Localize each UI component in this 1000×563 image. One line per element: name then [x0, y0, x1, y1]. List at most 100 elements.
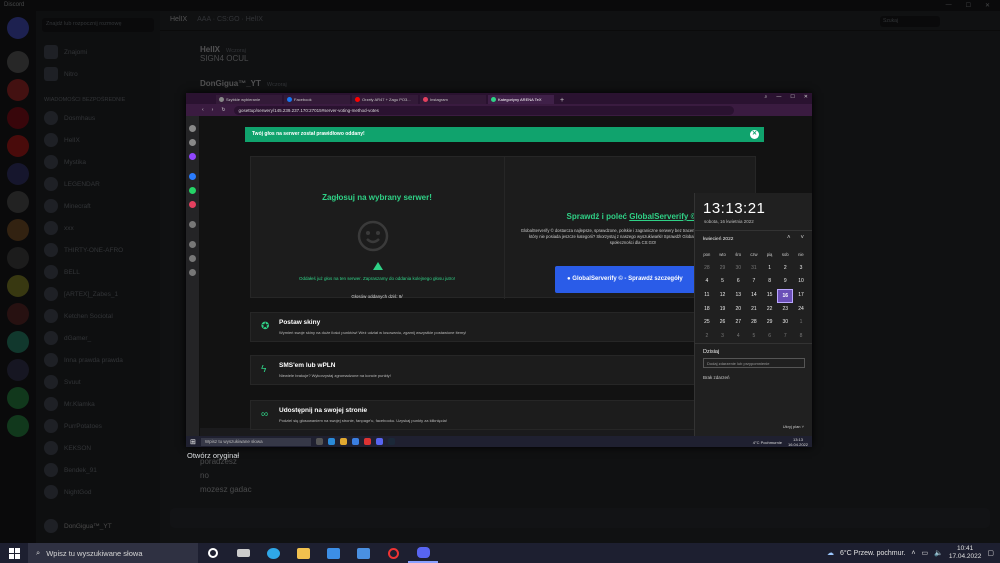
- dm-item[interactable]: Inna prawda prawda: [44, 353, 123, 367]
- opera-icon[interactable]: [378, 543, 408, 563]
- calendar-day[interactable]: 8: [793, 330, 809, 344]
- close-icon[interactable]: ✕: [750, 130, 759, 139]
- sidebar-icon[interactable]: [189, 125, 196, 132]
- close-icon[interactable]: ✕: [804, 94, 808, 100]
- calendar-day[interactable]: 12: [715, 289, 731, 303]
- dm-item[interactable]: HelIX: [44, 133, 80, 147]
- show-hidden-icons-icon[interactable]: ˄: [911, 550, 915, 557]
- notifications-icon[interactable]: ▢: [987, 549, 994, 557]
- server-icon[interactable]: [7, 247, 29, 269]
- volume-icon[interactable]: 🔈: [934, 549, 943, 557]
- add-server-button[interactable]: [7, 387, 29, 409]
- calendar-day[interactable]: 18: [699, 303, 715, 317]
- maximize-icon[interactable]: ☐: [790, 94, 794, 100]
- store-icon[interactable]: [351, 438, 359, 445]
- taskbar-search[interactable]: Wpisz tu wyszukiwane słowa: [200, 437, 311, 446]
- dm-item[interactable]: NightGod: [44, 485, 91, 499]
- opera-icon[interactable]: [363, 438, 371, 445]
- task-view-icon[interactable]: [315, 438, 323, 445]
- calendar-day[interactable]: 28: [699, 262, 715, 276]
- clock-date[interactable]: sobota, 16 kwietnia 2022: [704, 219, 754, 224]
- store-icon[interactable]: [318, 543, 348, 563]
- chat-search-input[interactable]: Szukaj: [880, 16, 940, 27]
- calendar-day[interactable]: 7: [746, 275, 762, 289]
- browser-tab[interactable]: Facebook: [284, 95, 350, 104]
- file-explorer-icon[interactable]: [339, 438, 347, 445]
- server-icon[interactable]: [7, 219, 29, 241]
- inner-clock[interactable]: 13:13 16.04.2022: [788, 437, 808, 447]
- feature-card[interactable]: ∞ Udostępnij na swojej stronie Podziel s…: [250, 400, 756, 430]
- server-icon[interactable]: [7, 359, 29, 381]
- calendar-day[interactable]: 6: [730, 275, 746, 289]
- dm-item[interactable]: Dosmhaus: [44, 111, 95, 125]
- dm-item[interactable]: LEGENDAR: [44, 177, 100, 191]
- calendar-day[interactable]: 30: [777, 316, 793, 330]
- dm-item[interactable]: dGamer_: [44, 331, 91, 345]
- file-explorer-icon[interactable]: [288, 543, 318, 563]
- calendar-month[interactable]: kwiecień 2022: [703, 237, 733, 242]
- calendar-day[interactable]: 28: [746, 316, 762, 330]
- minimize-icon[interactable]: —: [776, 94, 781, 100]
- explore-servers-button[interactable]: [7, 415, 29, 437]
- calendar-day[interactable]: 1: [762, 262, 778, 276]
- calendar-day[interactable]: 6: [762, 330, 778, 344]
- calendar-day[interactable]: 23: [777, 303, 793, 317]
- calendar-day[interactable]: 16: [777, 289, 794, 303]
- server-icon[interactable]: [7, 51, 29, 73]
- url-input[interactable]: gosettup/serwery/145.239.237.170:27015#s…: [233, 105, 734, 115]
- calendar-day[interactable]: 17: [793, 289, 809, 303]
- calendar-day[interactable]: 2: [699, 330, 715, 344]
- dm-item[interactable]: Minecraft: [44, 199, 91, 213]
- calendar-day[interactable]: 31: [746, 262, 762, 276]
- dm-item[interactable]: Bendek_91: [44, 463, 97, 477]
- feature-card[interactable]: ϟ SMS'em lub wPLN Niewiele brakuje? Wyko…: [250, 355, 756, 385]
- settings-icon[interactable]: [189, 269, 196, 276]
- calendar-day[interactable]: 30: [730, 262, 746, 276]
- maximize-icon[interactable]: ☐: [966, 2, 971, 9]
- network-icon[interactable]: ▭: [921, 549, 928, 557]
- server-icon[interactable]: [7, 79, 29, 101]
- task-view-icon[interactable]: [228, 543, 258, 563]
- calendar-day[interactable]: 26: [715, 316, 731, 330]
- minimize-icon[interactable]: —: [946, 2, 952, 9]
- dm-item[interactable]: [ARTEX]_Zabes_1: [44, 287, 118, 301]
- server-icon[interactable]: [7, 275, 29, 297]
- calendar-day[interactable]: 29: [762, 316, 778, 330]
- sidebar-icon[interactable]: [189, 139, 196, 146]
- history-icon[interactable]: [189, 241, 196, 248]
- whatsapp-icon[interactable]: [189, 187, 196, 194]
- sidebar-icon[interactable]: [189, 221, 196, 228]
- calendar-day[interactable]: 13: [730, 289, 746, 303]
- reload-icon[interactable]: ↻: [221, 107, 225, 113]
- extensions-icon[interactable]: [189, 255, 196, 262]
- chevron-up-icon[interactable]: ˄: [787, 235, 791, 241]
- calendar-day[interactable]: 7: [777, 330, 793, 344]
- dm-item[interactable]: Mystika: [44, 155, 86, 169]
- browser-tab[interactable]: Instagram: [420, 95, 486, 104]
- edge-icon[interactable]: [327, 438, 335, 445]
- calendar-day[interactable]: 14: [746, 289, 762, 303]
- server-icon[interactable]: [7, 331, 29, 353]
- dm-item[interactable]: PurrPotatoes: [44, 419, 102, 433]
- weather-status[interactable]: 6°C Przew. pochmur.: [840, 550, 905, 557]
- hide-agenda-link[interactable]: Ukryj plan ˅: [783, 424, 804, 429]
- calendar-day[interactable]: 3: [715, 330, 731, 344]
- cortana-icon[interactable]: [198, 543, 228, 563]
- nitro-nav[interactable]: Nitro: [44, 67, 78, 81]
- calendar-day[interactable]: 20: [730, 303, 746, 317]
- server-icon[interactable]: [7, 163, 29, 185]
- forward-icon[interactable]: ›: [212, 107, 214, 113]
- instagram-icon[interactable]: [189, 201, 196, 208]
- dm-item[interactable]: KEKSON: [44, 441, 91, 455]
- chevron-down-icon[interactable]: ˅: [800, 235, 804, 241]
- calendar-day[interactable]: 8: [762, 275, 778, 289]
- discord-icon[interactable]: [375, 438, 383, 445]
- server-icon[interactable]: [7, 107, 29, 129]
- search-tabs-icon[interactable]: ⌕: [765, 94, 768, 100]
- calendar-day[interactable]: 4: [699, 275, 715, 289]
- weather-status[interactable]: 4°C Pochmurnie: [753, 440, 782, 445]
- dm-search-input[interactable]: Znajdź lub rozpocznij rozmowę: [42, 18, 154, 32]
- message-input[interactable]: [170, 508, 990, 528]
- calendar-day[interactable]: 10: [793, 275, 809, 289]
- windows-start-icon[interactable]: ⊞: [190, 438, 196, 446]
